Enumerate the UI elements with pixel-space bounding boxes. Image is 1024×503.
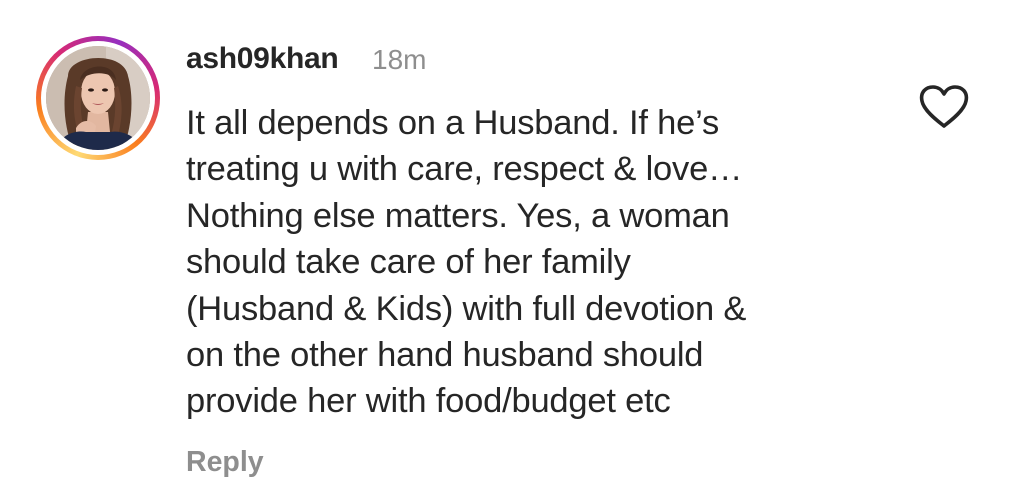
reply-button[interactable]: Reply [186,446,264,479]
avatar-portrait-image [46,46,150,150]
comment-text: It all depends on a Husband. If he’s tre… [186,100,906,425]
comment-text-line: It all depends on a Husband. If he’s [186,104,720,142]
avatar[interactable] [46,46,150,150]
comment-text-line: should take care of her family [186,243,631,282]
avatar-story-ring[interactable] [36,36,160,160]
timestamp: 18m [372,44,427,75]
username[interactable]: ash09khan [186,42,339,76]
comment-text-line: on the other hand husband should [186,336,704,375]
like-button[interactable] [918,84,970,130]
comment-text-line: Nothing else matters. Yes, a woman [186,196,730,235]
comment-item: ash09khan 18m It all depends on a Husban… [0,0,1024,503]
comment-text-line: provide her with food/budget etc [186,382,671,421]
avatar-ring-gap [41,41,155,155]
comment-text-line: treating u with care, respect & love… [186,150,743,189]
comment-text-line: (Husband & Kids) with full devotion & [186,289,747,328]
heart-outline-icon [919,85,969,128]
